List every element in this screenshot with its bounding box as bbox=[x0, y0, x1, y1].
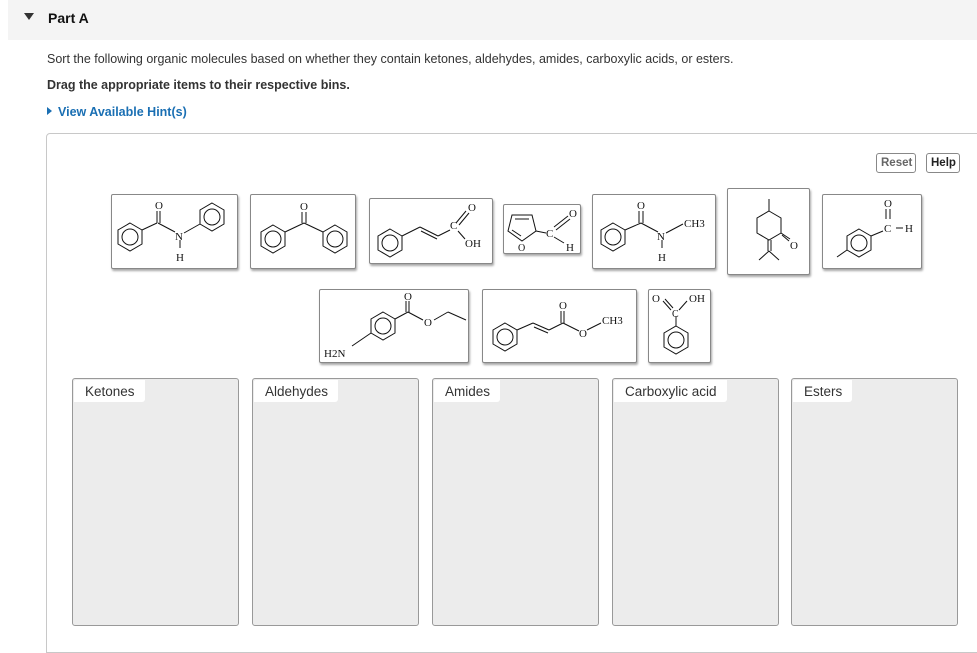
carbonyl-o-label: O bbox=[652, 293, 660, 305]
part-title: Part A bbox=[48, 10, 89, 26]
bin-ketones[interactable]: Ketones bbox=[72, 378, 239, 626]
hydrogen-label: H bbox=[176, 252, 184, 264]
bin-amides[interactable]: Amides bbox=[432, 378, 599, 626]
carbonyl-o-label: O bbox=[468, 202, 476, 214]
amide-structure-1: O N H bbox=[117, 200, 225, 264]
bin-label: Amides bbox=[434, 380, 501, 402]
hydrogen-label: H bbox=[566, 242, 574, 254]
carbon-label: C bbox=[884, 223, 891, 235]
nitrogen-label: N bbox=[175, 231, 183, 243]
collapse-caret-icon[interactable] bbox=[24, 13, 34, 20]
amide-structure-2: O N H CH3 bbox=[600, 200, 705, 264]
molecule-tile-aldehyde-2[interactable]: O C H bbox=[822, 194, 922, 269]
hydrogen-label: H bbox=[905, 223, 913, 235]
nitrogen-label: N bbox=[657, 231, 665, 243]
drag-instruction-text: Drag the appropriate items to their resp… bbox=[47, 78, 350, 92]
ester-structure-1: O O H2N bbox=[324, 291, 467, 360]
bin-label: Esters bbox=[793, 380, 853, 402]
carbon-label: C bbox=[546, 228, 553, 240]
aldehyde-structure-1: O C O H bbox=[507, 208, 577, 254]
molecule-tile-acid-1[interactable]: O C OH bbox=[369, 198, 493, 264]
bin-label: Ketones bbox=[74, 380, 145, 402]
ketone-structure-1: O bbox=[260, 201, 348, 254]
molecule-tile-ester-1[interactable]: O O H2N bbox=[319, 289, 469, 363]
carbonyl-o-label: O bbox=[559, 300, 567, 312]
ring-oxygen-label: O bbox=[518, 243, 525, 254]
reset-button[interactable]: Reset bbox=[876, 153, 916, 173]
hydroxyl-label: OH bbox=[465, 238, 481, 250]
carbonyl-o-label: O bbox=[569, 208, 577, 220]
carbon-label: C bbox=[450, 220, 457, 232]
carbonyl-o-label: O bbox=[404, 291, 412, 303]
bin-aldehydes[interactable]: Aldehydes bbox=[252, 378, 419, 626]
methyl-label: CH3 bbox=[684, 218, 705, 230]
molecule-tile-acid-2[interactable]: O C OH bbox=[648, 289, 711, 363]
view-hints-link[interactable]: View Available Hint(s) bbox=[47, 105, 187, 119]
bin-label: Carboxylic acid bbox=[614, 380, 727, 402]
molecule-tile-amide-1[interactable]: O N H bbox=[111, 194, 238, 269]
ester-o-label: O bbox=[579, 328, 587, 340]
part-header[interactable]: Part A bbox=[8, 0, 977, 40]
expand-triangle-icon bbox=[47, 107, 52, 115]
aldehyde-structure-2: O C H bbox=[836, 198, 913, 258]
molecule-tile-ester-2[interactable]: O O CH3 bbox=[482, 289, 637, 363]
help-button[interactable]: Help bbox=[926, 153, 960, 173]
acid-structure-1: O C OH bbox=[377, 202, 481, 258]
methyl-label: CH3 bbox=[602, 315, 623, 327]
instruction-text: Sort the following organic molecules bas… bbox=[47, 52, 734, 66]
carbon-label: C bbox=[672, 309, 679, 320]
carbonyl-o-label: O bbox=[884, 198, 892, 210]
hydroxyl-label: OH bbox=[689, 293, 705, 305]
molecule-tile-aldehyde-1[interactable]: O C O H bbox=[503, 204, 581, 254]
molecule-tile-ketone-1[interactable]: O bbox=[250, 194, 356, 269]
bin-esters[interactable]: Esters bbox=[791, 378, 958, 626]
acid-structure-2: O C OH bbox=[652, 293, 705, 355]
carbonyl-o-label: O bbox=[155, 200, 163, 212]
bin-label: Aldehydes bbox=[254, 380, 339, 402]
carbonyl-o-label: O bbox=[790, 240, 798, 252]
molecule-tile-ketone-2[interactable]: O bbox=[727, 188, 810, 275]
ester-structure-2: O O CH3 bbox=[492, 300, 623, 352]
carbonyl-o-label: O bbox=[637, 200, 645, 212]
ester-o-label: O bbox=[424, 317, 432, 329]
bin-carboxylic-acid[interactable]: Carboxylic acid bbox=[612, 378, 779, 626]
carbonyl-o-label: O bbox=[300, 201, 308, 213]
ketone-structure-2: O bbox=[756, 199, 798, 261]
view-hints-label: View Available Hint(s) bbox=[58, 105, 187, 119]
hydrogen-label: H bbox=[658, 252, 666, 264]
amino-label: H2N bbox=[324, 348, 345, 360]
molecule-tile-amide-2[interactable]: O N H CH3 bbox=[592, 194, 716, 269]
